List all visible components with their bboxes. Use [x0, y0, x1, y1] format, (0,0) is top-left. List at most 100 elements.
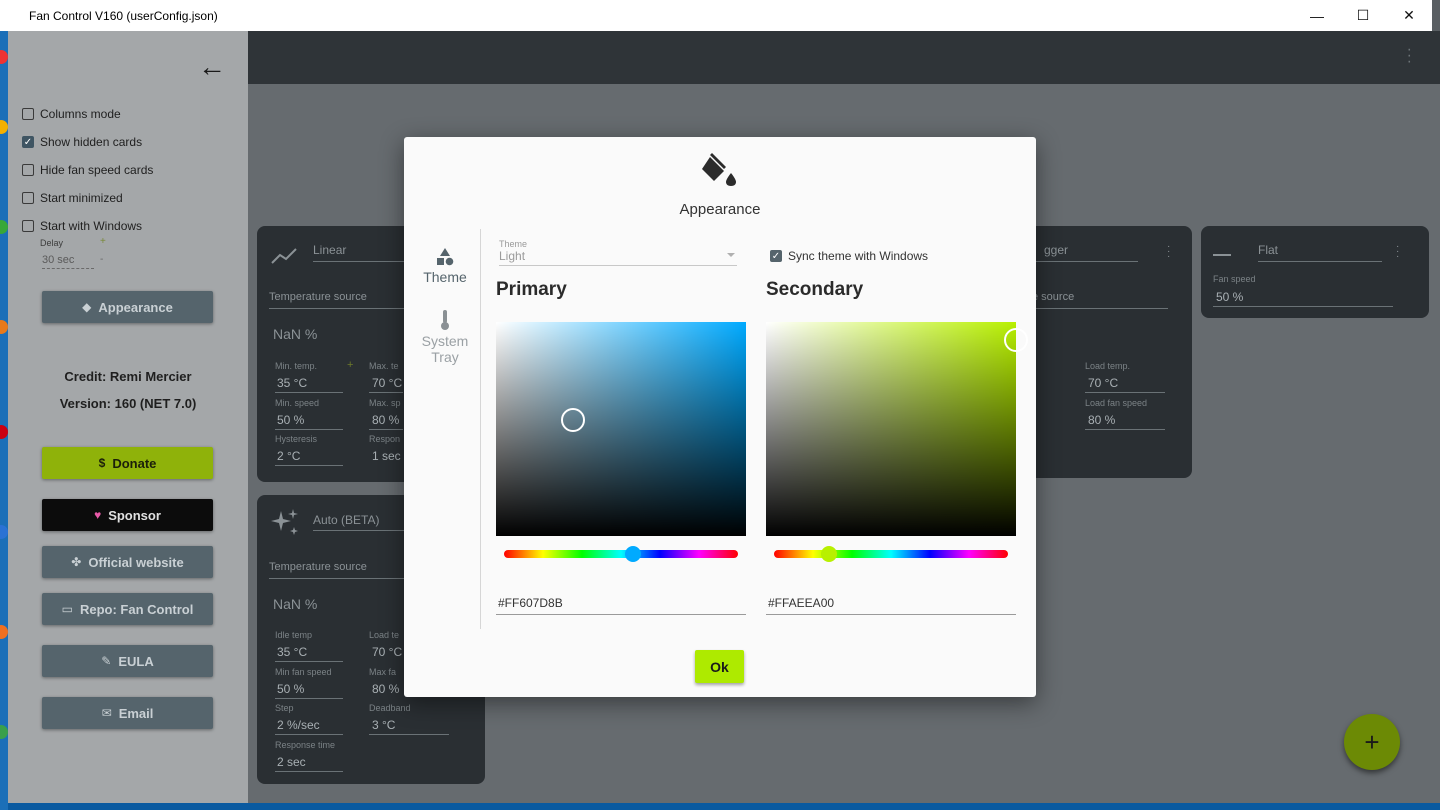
desktop-app-icon[interactable]: [0, 425, 8, 439]
checkbox-label: Start with Windows: [40, 219, 143, 233]
load-fan-speed-label: Load fan speed: [1085, 398, 1148, 408]
card-title: gger: [1044, 243, 1069, 257]
sponsor-button[interactable]: ♥ Sponsor: [42, 499, 213, 531]
minimize-button[interactable]: —: [1294, 0, 1340, 31]
max-temp-value[interactable]: 70 °C: [372, 376, 402, 390]
secondary-color-thumb[interactable]: [1004, 328, 1028, 352]
ok-button[interactable]: Ok: [695, 650, 744, 683]
card-title: Flat: [1258, 243, 1279, 257]
chevron-down-icon: [727, 253, 735, 257]
settings-sidebar: ← Columns mode ✓ Show hidden cards Hide f…: [8, 31, 248, 803]
load-temp-value[interactable]: 70 °C: [1088, 376, 1118, 390]
delay-field[interactable]: 30 sec: [42, 254, 94, 269]
appearance-button[interactable]: ◆ Appearance: [42, 291, 213, 323]
linear-graph-icon: [271, 248, 297, 264]
min-fan-speed-value[interactable]: 50 %: [277, 682, 304, 696]
secondary-hue-slider[interactable]: [774, 546, 1008, 562]
delay-increment-button[interactable]: +: [100, 236, 106, 247]
columns-mode-checkbox[interactable]: Columns mode: [22, 107, 121, 121]
heart-icon: ♥: [94, 508, 102, 522]
secondary-hue-thumb[interactable]: [821, 546, 837, 562]
fan-icon: ✤: [71, 555, 82, 569]
theme-label: Theme: [499, 239, 528, 249]
more-options-icon[interactable]: · · ·: [1396, 242, 1399, 262]
primary-heading: Primary: [496, 279, 567, 300]
temperature-source-field[interactable]: e source: [1032, 291, 1074, 303]
credit-text: Credit: Remi Mercier: [64, 369, 192, 384]
checkbox-icon: [22, 164, 34, 176]
more-options-icon[interactable]: · · ·: [1407, 42, 1412, 70]
idle-temp-value[interactable]: 35 °C: [277, 645, 307, 659]
delay-decrement-button[interactable]: -: [100, 254, 103, 265]
paint-bucket-icon: ◆: [82, 300, 92, 314]
desktop-app-icon[interactable]: [0, 50, 8, 64]
max-speed-value[interactable]: 80 %: [372, 413, 399, 427]
desktop-background: [0, 30, 8, 810]
start-with-windows-checkbox[interactable]: Start with Windows: [22, 219, 142, 233]
checkbox-checked-icon: ✓: [770, 250, 782, 262]
eula-button[interactable]: ✎ EULA: [42, 645, 213, 677]
fan-speed-value[interactable]: 50 %: [1216, 290, 1243, 304]
close-button[interactable]: ✕: [1386, 0, 1432, 31]
more-options-icon[interactable]: · · ·: [1167, 242, 1170, 262]
checkbox-icon: [22, 192, 34, 204]
show-hidden-cards-checkbox[interactable]: ✓ Show hidden cards: [22, 135, 142, 149]
primary-color-picker[interactable]: [496, 322, 746, 536]
official-website-button[interactable]: ✤ Official website: [42, 546, 213, 578]
secondary-hex-input[interactable]: #FFAEEA00: [766, 596, 1016, 615]
desktop-app-icon[interactable]: [0, 220, 8, 234]
response-time-value[interactable]: 2 sec: [277, 755, 306, 769]
checkbox-label: Start minimized: [40, 191, 123, 205]
hysteresis-value[interactable]: 2 °C: [277, 449, 300, 463]
hide-fan-speed-cards-checkbox[interactable]: Hide fan speed cards: [22, 163, 153, 177]
maximize-button[interactable]: ☐: [1340, 0, 1386, 31]
tab-theme[interactable]: Theme: [412, 247, 478, 285]
version-text: Version: 160 (NET 7.0): [59, 396, 197, 411]
min-temp-value[interactable]: 35 °C: [277, 376, 307, 390]
thermometer-icon: [441, 310, 449, 330]
start-minimized-checkbox[interactable]: Start minimized: [22, 191, 123, 205]
email-button[interactable]: ✉ Email: [42, 697, 213, 729]
donate-button[interactable]: $ Donate: [42, 447, 213, 479]
load-temp-value[interactable]: 70 °C: [372, 645, 402, 659]
flat-card[interactable]: Flat · · · Fan speed 50 %: [1201, 226, 1429, 318]
primary-color-thumb[interactable]: [561, 408, 585, 432]
delay-label: Delay: [40, 238, 64, 248]
back-arrow-icon[interactable]: ←: [198, 51, 226, 83]
max-temp-label: Max. te: [369, 361, 399, 371]
response-value[interactable]: 1 sec: [372, 449, 401, 463]
repo-button[interactable]: ▭ Repo: Fan Control: [42, 593, 213, 625]
load-fan-speed-value[interactable]: 80 %: [1088, 413, 1115, 427]
fan-speed-label: Fan speed: [1213, 274, 1256, 284]
button-label: EULA: [118, 653, 154, 669]
value-layer: [496, 322, 746, 536]
desktop-app-icon[interactable]: [0, 725, 8, 739]
window-title: Fan Control V160 (userConfig.json): [29, 8, 218, 23]
temperature-source-field[interactable]: Temperature source: [269, 291, 367, 303]
card-output-value: NaN %: [273, 596, 318, 612]
desktop-app-icon[interactable]: [0, 120, 8, 134]
appearance-dialog: Appearance Theme System Tray Theme Light…: [404, 137, 1036, 697]
max-fan-speed-value[interactable]: 80 %: [372, 682, 399, 696]
temperature-source-field[interactable]: Temperature source: [269, 561, 367, 573]
theme-select[interactable]: Light: [499, 249, 737, 266]
step-label: Step: [275, 703, 294, 713]
secondary-color-picker[interactable]: [766, 322, 1028, 536]
tab-system-tray[interactable]: System Tray: [412, 309, 478, 365]
sync-theme-checkbox[interactable]: ✓ Sync theme with Windows: [770, 249, 928, 263]
button-label: Appearance: [98, 299, 173, 315]
desktop-app-icon[interactable]: [0, 625, 8, 639]
add-card-button[interactable]: +: [1344, 714, 1400, 770]
edit-document-icon: ✎: [101, 654, 112, 668]
step-value[interactable]: 2 %/sec: [277, 718, 320, 732]
desktop-app-icon[interactable]: [0, 320, 8, 334]
primary-hue-slider[interactable]: [504, 546, 738, 562]
load-temp-label: Load te: [369, 630, 400, 640]
trigger-card[interactable]: gger · · · e source Load temp. 70 °C Load …: [1028, 226, 1192, 478]
min-speed-value[interactable]: 50 %: [277, 413, 304, 427]
desktop-app-icon[interactable]: [0, 525, 8, 539]
primary-hue-thumb[interactable]: [625, 546, 641, 562]
deadband-value[interactable]: 3 °C: [372, 718, 395, 732]
top-app-bar: · · ·: [248, 31, 1440, 84]
primary-hex-input[interactable]: #FF607D8B: [496, 596, 746, 615]
